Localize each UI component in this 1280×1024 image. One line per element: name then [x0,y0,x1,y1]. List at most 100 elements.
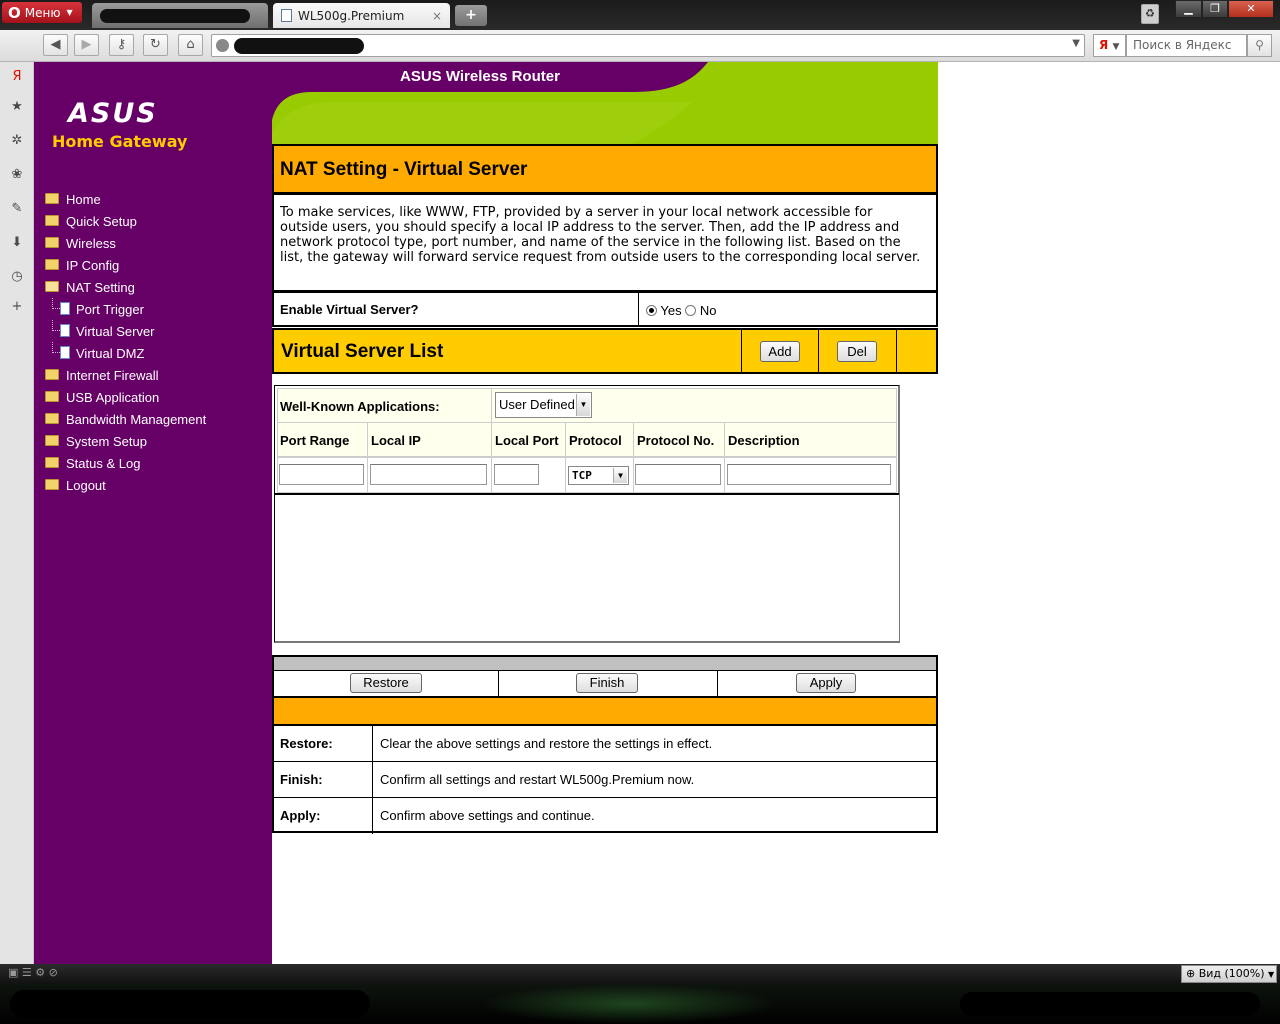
menu-item-usb-application[interactable]: USB Application [34,386,272,408]
search-icon[interactable]: ⚲ [1247,34,1272,57]
maximize-button[interactable]: ❐ [1202,0,1228,18]
menu-item-virtual-dmz[interactable]: Virtual DMZ [34,342,272,364]
asus-logo: ASUS [68,98,158,129]
virtual-server-list[interactable] [275,493,899,641]
restore-button[interactable]: Restore [350,673,422,693]
search-input[interactable]: Поиск в Яндекс [1126,34,1247,57]
add-panel-icon[interactable]: + [8,298,26,316]
divider [491,423,492,457]
table-input-row: TCP ▼ [277,457,897,493]
help-row-apply: Apply: Confirm above settings and contin… [274,798,936,834]
key-icon[interactable]: ⚷ [109,34,134,56]
radio-yes-label: Yes [660,303,682,318]
widgets-icon[interactable]: ✲ [8,132,26,150]
menu-item-label: Bandwidth Management [66,411,207,427]
menu-item-system-setup[interactable]: System Setup [34,430,272,452]
divider [717,671,718,696]
redacted-url [234,38,364,54]
help-key: Restore: [280,736,333,751]
help-text: Confirm all settings and restart WL500g.… [380,772,695,787]
well-known-row: Well-Known Applications: User Defined ▼ [277,388,897,423]
menu-item-label: Status & Log [66,455,141,471]
well-known-label: Well-Known Applications: [280,399,440,414]
forward-button[interactable]: ▶ [74,34,99,56]
folder-icon [45,237,59,248]
divider [565,458,566,493]
trash-icon[interactable]: ♻ [1141,4,1159,24]
finish-button[interactable]: Finish [576,673,638,693]
tree-line [52,298,60,309]
browser-titlebar: O Меню ▼ WL500g.Premium × + ♻ ▁ ❐ ✕ [0,0,1280,30]
separator-bar [272,655,938,671]
menu-item-nat-setting[interactable]: NAT Setting [34,276,272,298]
apply-button[interactable]: Apply [796,673,856,693]
minimize-button[interactable]: ▁ [1175,0,1202,18]
os-taskbar [0,984,1280,1024]
address-bar[interactable]: ▼ [211,34,1085,57]
help-text: Clear the above settings and restore the… [380,736,713,751]
menu-item-quick-setup[interactable]: Quick Setup [34,210,272,232]
menu-item-port-trigger[interactable]: Port Trigger [34,298,272,320]
tab-close-icon[interactable]: × [432,9,442,23]
menu-item-bandwidth-management[interactable]: Bandwidth Management [34,408,272,430]
new-tab-button[interactable]: + [455,5,487,26]
local-port-input[interactable] [494,464,539,485]
chevron-down-icon: ▼ [1268,970,1275,979]
virtual-server-list-header: Virtual Server List Add Del [272,328,938,374]
folder-icon [45,369,59,380]
menu-item-logout[interactable]: Logout [34,474,272,496]
logo-subtitle: Home Gateway [52,132,188,151]
radio-no[interactable] [685,305,697,316]
folder-icon [45,391,59,402]
zoom-control[interactable]: ⊕ Вид (100%) ▼ [1181,965,1277,983]
radio-no-label: No [699,303,717,318]
menu-item-ip-config[interactable]: IP Config [34,254,272,276]
divider [372,798,373,834]
tab-redacted[interactable] [92,3,268,28]
bookmarks-icon[interactable]: ★ [8,98,26,116]
folder-icon [45,435,59,446]
reload-button[interactable]: ↻ [143,34,168,56]
menu-item-home[interactable]: Home [34,188,272,210]
close-window-button[interactable]: ✕ [1228,0,1274,18]
del-button[interactable]: Del [837,341,877,362]
menu-item-internet-firewall[interactable]: Internet Firewall [34,364,272,386]
menu-item-wireless[interactable]: Wireless [34,232,272,254]
action-row: Restore Finish Apply [272,671,938,698]
protocol-select[interactable]: TCP ▼ [568,466,629,485]
menu-item-virtual-server[interactable]: Virtual Server [34,320,272,342]
home-button[interactable]: ⌂ [178,34,203,56]
globe-icon [216,39,229,52]
opera-menu-button[interactable]: O Меню ▼ [2,2,82,23]
enable-virtual-server-row: Enable Virtual Server? Yes No [272,291,938,327]
divider [633,458,634,493]
chevron-down-icon: ▼ [66,8,73,17]
protocol-no-input[interactable] [635,464,721,485]
opera-side-panel: Я ★ ✲ ❀ ✎ ⬇ ◷ + [0,62,34,964]
downloads-icon[interactable]: ⬇ [8,234,26,252]
port-range-input[interactable] [279,464,364,485]
folder-icon [45,215,59,226]
divider [565,423,566,457]
yandex-panel-icon[interactable]: Я [8,68,26,86]
help-text: Confirm above settings and continue. [380,808,595,823]
well-known-select[interactable]: User Defined ▼ [495,392,592,418]
history-icon[interactable]: ◷ [8,268,26,286]
menu-item-status-log[interactable]: Status & Log [34,452,272,474]
unite-icon[interactable]: ❀ [8,166,26,184]
search-engine-selector[interactable]: Я ▼ [1093,34,1126,57]
tab-active[interactable]: WL500g.Premium × [273,3,450,28]
chevron-down-icon[interactable]: ▼ [1072,38,1080,49]
back-button[interactable]: ◀ [43,34,68,56]
statusbar-icons[interactable]: ▣ ☰ ⚙ ⊘ [8,966,158,981]
description-input[interactable] [727,464,891,485]
radio-yes[interactable] [646,305,657,316]
menu-item-label: USB Application [66,389,160,405]
virtual-server-list-title: Virtual Server List [281,341,444,362]
add-button[interactable]: Add [760,341,800,362]
table-header-row: Port Range Local IP Local Port Protocol … [277,422,897,457]
help-row-finish: Finish: Confirm all settings and restart… [274,762,936,798]
router-sidebar: ASUS Home Gateway Home Quick Setup Wirel… [34,62,272,964]
notes-icon[interactable]: ✎ [8,200,26,218]
local-ip-input[interactable] [370,464,487,485]
